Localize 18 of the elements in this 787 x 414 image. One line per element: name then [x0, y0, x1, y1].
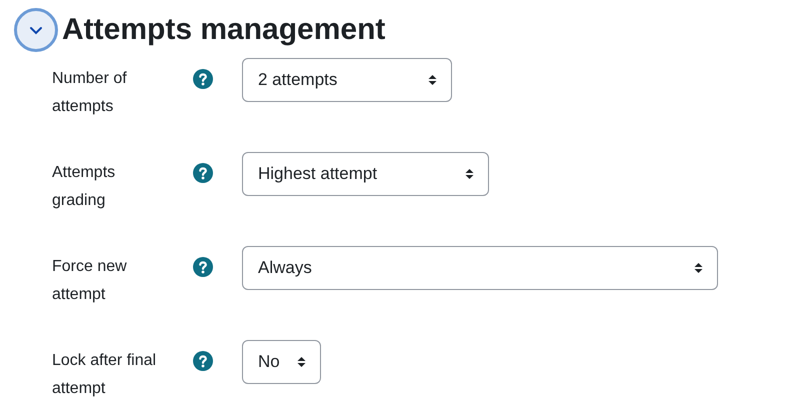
dropdown-select[interactable]: Highest attempt: [242, 152, 489, 196]
help-icon[interactable]: [193, 351, 213, 371]
help-icon[interactable]: [193, 257, 213, 277]
help-icon[interactable]: [193, 69, 213, 89]
section-title: Attempts management: [62, 13, 386, 47]
dropdown-select[interactable]: Always: [242, 246, 718, 290]
field-label: Number of attempts: [52, 69, 128, 117]
sort-caret-icon: [694, 262, 703, 274]
sort-caret-icon: [428, 74, 437, 86]
help-icon[interactable]: [193, 163, 213, 183]
dropdown-select[interactable]: No: [242, 340, 321, 384]
sort-caret-icon: [465, 168, 474, 180]
field-label: Attempts grading: [52, 163, 116, 211]
field-label: Lock after final attempt: [52, 351, 158, 399]
sort-caret-icon: [297, 356, 306, 368]
field-label: Force new attempt: [52, 257, 128, 305]
dropdown-select[interactable]: 2 attempts: [242, 58, 452, 102]
collapse-toggle[interactable]: [14, 8, 58, 52]
